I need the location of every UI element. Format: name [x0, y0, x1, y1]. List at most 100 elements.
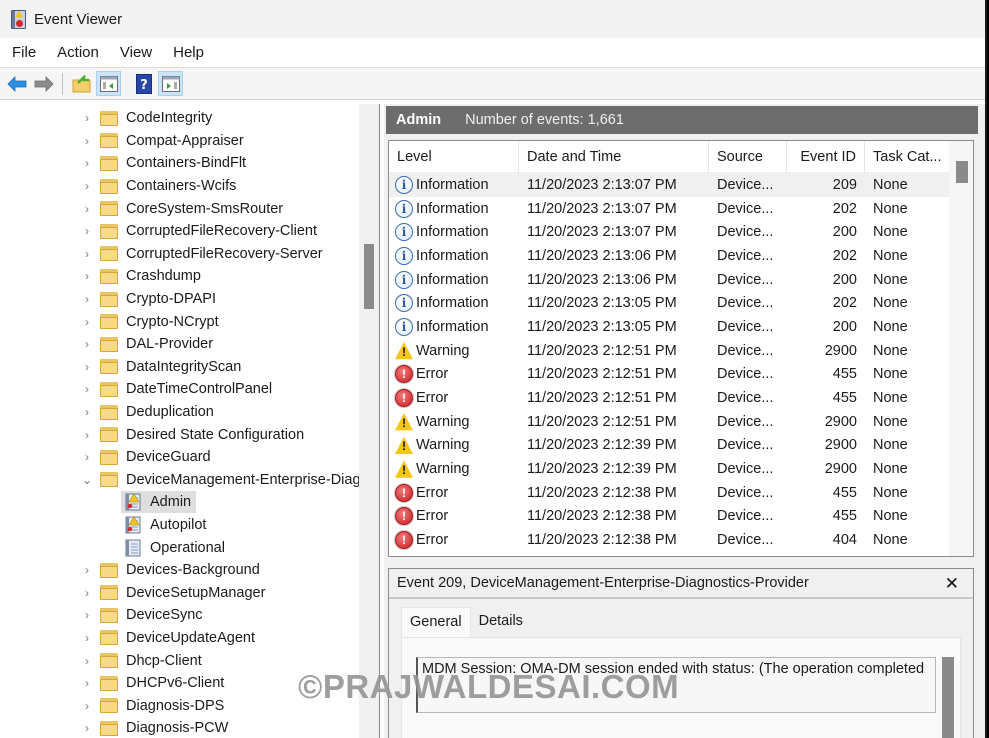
- tree-item[interactable]: › Crypto-DPAPI: [0, 288, 358, 311]
- close-icon[interactable]: ✕: [945, 574, 959, 594]
- help-button[interactable]: ?: [131, 71, 156, 96]
- tree-item[interactable]: › DeviceGuard: [0, 446, 358, 469]
- tree-item[interactable]: › DeviceUpdateAgent: [0, 627, 358, 650]
- tree-item[interactable]: › DAL-Provider: [0, 333, 358, 356]
- chevron-right-icon[interactable]: ›: [82, 382, 92, 396]
- chevron-right-icon[interactable]: ›: [82, 428, 92, 442]
- column-source[interactable]: Source: [709, 141, 787, 173]
- cell-level: ! Warning: [389, 434, 519, 458]
- tree-item[interactable]: › CoreSystem-SmsRouter: [0, 197, 358, 220]
- grid-scrollbar[interactable]: [949, 141, 973, 556]
- cell-event-id: 2900: [824, 437, 857, 454]
- menu-action[interactable]: Action: [49, 44, 107, 61]
- chevron-right-icon[interactable]: ›: [82, 315, 92, 329]
- cell-source: Device...: [717, 366, 774, 383]
- column-event-id[interactable]: Event ID: [787, 141, 865, 173]
- show-hide-action-pane-button[interactable]: [158, 71, 183, 96]
- tree-item[interactable]: ⌄ DeviceManagement-Enterprise-Diagnostics…: [0, 469, 379, 492]
- chevron-right-icon[interactable]: ›: [82, 676, 92, 690]
- chevron-right-icon[interactable]: ›: [82, 699, 92, 713]
- tree-scroll-thumb[interactable]: [364, 244, 374, 309]
- menu-help[interactable]: Help: [165, 44, 212, 61]
- cell-source: Device...: [717, 390, 774, 407]
- event-row[interactable]: ! Warning 11/20/2023 2:12:51 PM Device... 29…: [389, 410, 949, 434]
- warning-icon: !: [395, 436, 413, 455]
- tree-scrollbar[interactable]: [359, 104, 379, 738]
- chevron-right-icon[interactable]: ›: [82, 721, 92, 735]
- chevron-right-icon[interactable]: ›: [82, 156, 92, 170]
- event-row[interactable]: ! Error 11/20/2023 2:12:38 PM Device... 455 N…: [389, 505, 949, 529]
- menu-file[interactable]: File: [4, 44, 44, 61]
- chevron-right-icon[interactable]: ›: [82, 563, 92, 577]
- event-row[interactable]: i Information 11/20/2023 2:13:05 PM Device.…: [389, 315, 949, 339]
- chevron-right-icon[interactable]: ›: [82, 224, 92, 238]
- tab-general[interactable]: General: [401, 607, 471, 638]
- event-row[interactable]: i Information 11/20/2023 2:13:07 PM Device.…: [389, 173, 949, 197]
- tree-item[interactable]: › DeviceSetupManager: [0, 581, 358, 604]
- tree-item[interactable]: › CodeIntegrity: [0, 107, 358, 130]
- forward-button[interactable]: [31, 71, 56, 96]
- chevron-right-icon[interactable]: ›: [82, 337, 92, 351]
- chevron-down-icon[interactable]: ⌄: [82, 473, 92, 487]
- show-hide-console-tree-button[interactable]: [96, 71, 121, 96]
- tab-details[interactable]: Details: [471, 607, 531, 638]
- event-row[interactable]: i Information 11/20/2023 2:13:07 PM Device.…: [389, 220, 949, 244]
- event-row[interactable]: ! Error 11/20/2023 2:12:51 PM Device... 455 N…: [389, 386, 949, 410]
- event-row[interactable]: ! Warning 11/20/2023 2:12:39 PM Device... 29…: [389, 434, 949, 458]
- tree-item[interactable]: Operational: [0, 536, 358, 559]
- tree-item[interactable]: › DataIntegrityScan: [0, 356, 358, 379]
- chevron-right-icon[interactable]: ›: [82, 111, 92, 125]
- detail-scrollbar[interactable]: [942, 657, 954, 738]
- chevron-right-icon[interactable]: ›: [82, 608, 92, 622]
- chevron-right-icon[interactable]: ›: [82, 247, 92, 261]
- event-row[interactable]: i Information 11/20/2023 2:13:06 PM Device.…: [389, 268, 949, 292]
- tree-item[interactable]: Admin: [0, 491, 358, 514]
- column-date-time[interactable]: Date and Time: [519, 141, 709, 173]
- up-one-level-button[interactable]: [69, 71, 94, 96]
- event-row[interactable]: ! Error 11/20/2023 2:12:38 PM Device... 455 N…: [389, 481, 949, 505]
- tree-item[interactable]: › DeviceSync: [0, 604, 358, 627]
- tree-item[interactable]: › Devices-Background: [0, 559, 358, 582]
- chevron-right-icon[interactable]: ›: [82, 405, 92, 419]
- menu-view[interactable]: View: [112, 44, 160, 61]
- chevron-right-icon[interactable]: ›: [82, 292, 92, 306]
- chevron-right-icon[interactable]: ›: [82, 134, 92, 148]
- chevron-right-icon[interactable]: ›: [82, 179, 92, 193]
- event-row[interactable]: i Information 11/20/2023 2:13:06 PM Device.…: [389, 244, 949, 268]
- chevron-right-icon[interactable]: ›: [82, 269, 92, 283]
- tree-item[interactable]: › Diagnosis-PCW: [0, 717, 358, 738]
- column-task-category[interactable]: Task Cat...: [865, 141, 949, 173]
- tree-item[interactable]: › Containers-BindFlt: [0, 152, 358, 175]
- back-button[interactable]: [4, 71, 29, 96]
- event-row[interactable]: ! Warning 11/20/2023 2:12:39 PM Device... 29…: [389, 457, 949, 481]
- column-level[interactable]: Level: [389, 141, 519, 173]
- tree-item[interactable]: Autopilot: [0, 514, 358, 537]
- chevron-right-icon[interactable]: ›: [82, 202, 92, 216]
- tree-item[interactable]: › Dhcp-Client: [0, 649, 358, 672]
- tree-item[interactable]: › Diagnosis-DPS: [0, 694, 358, 717]
- event-row[interactable]: i Information 11/20/2023 2:13:07 PM Device.…: [389, 197, 949, 221]
- tree-item[interactable]: › CorruptedFileRecovery-Server: [0, 243, 358, 266]
- tree-item[interactable]: › Desired State Configuration: [0, 423, 358, 446]
- tree-item[interactable]: › DHCPv6-Client: [0, 672, 358, 695]
- event-row[interactable]: ! Error 11/20/2023 2:12:38 PM Device... 404 N…: [389, 528, 949, 552]
- event-row[interactable]: i Information 11/20/2023 2:13:05 PM Device.…: [389, 291, 949, 315]
- grid-scroll-thumb[interactable]: [956, 161, 968, 183]
- chevron-right-icon[interactable]: ›: [82, 586, 92, 600]
- tree-item[interactable]: › Compat-Appraiser: [0, 130, 358, 153]
- tree-item[interactable]: › Crashdump: [0, 265, 358, 288]
- tree-item[interactable]: › DateTimeControlPanel: [0, 378, 358, 401]
- cell-source: Device...: [717, 413, 774, 430]
- chevron-right-icon[interactable]: ›: [82, 450, 92, 464]
- tree-item[interactable]: › Containers-Wcifs: [0, 175, 358, 198]
- event-message-box[interactable]: MDM Session: OMA-DM session ended with s…: [416, 657, 936, 713]
- chevron-right-icon[interactable]: ›: [82, 631, 92, 645]
- chevron-right-icon[interactable]: ›: [82, 360, 92, 374]
- tree-item[interactable]: › CorruptedFileRecovery-Client: [0, 220, 358, 243]
- tree-item-label: Compat-Appraiser: [126, 132, 244, 149]
- tree-item[interactable]: › Deduplication: [0, 401, 358, 424]
- event-row[interactable]: ! Error 11/20/2023 2:12:51 PM Device... 455 N…: [389, 363, 949, 387]
- tree-item[interactable]: › Crypto-NCrypt: [0, 310, 358, 333]
- event-row[interactable]: ! Warning 11/20/2023 2:12:51 PM Device... 29…: [389, 339, 949, 363]
- chevron-right-icon[interactable]: ›: [82, 654, 92, 668]
